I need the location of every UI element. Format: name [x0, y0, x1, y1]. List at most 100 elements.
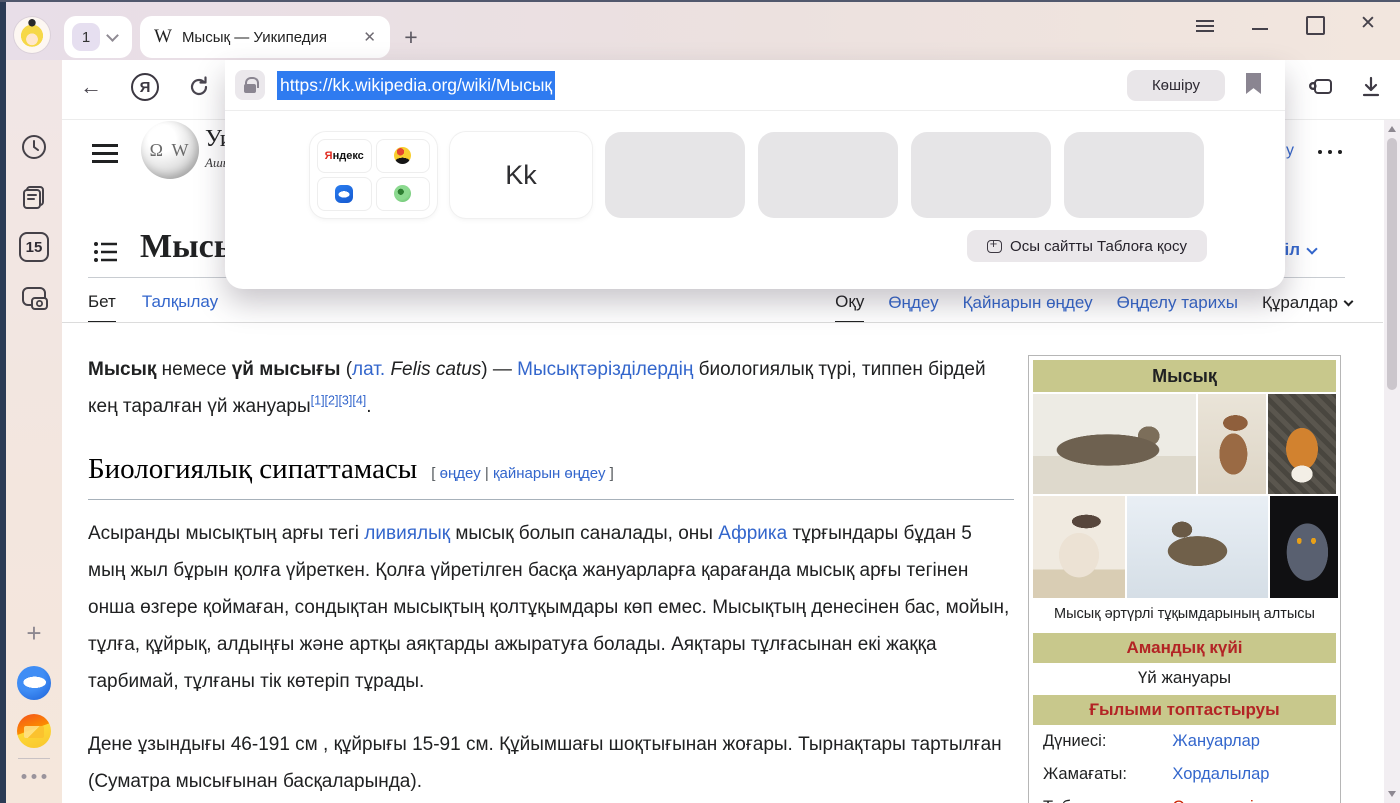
download-icon[interactable]: [1356, 72, 1386, 102]
tile-empty-1[interactable]: [605, 132, 745, 218]
cat-photo-siamese[interactable]: [1033, 496, 1125, 598]
calendar-date-badge[interactable]: 15: [19, 232, 49, 262]
tab-edit-source[interactable]: Қайнарын өңдеу: [963, 293, 1093, 322]
history-icon[interactable]: [19, 132, 49, 162]
taxonomy-label: Жамағаты:: [1033, 765, 1172, 784]
infobox-section-status: Амандық күйі: [1033, 633, 1336, 663]
edit-source-link[interactable]: қайнарын өңдеу: [493, 465, 606, 482]
tab-close-icon[interactable]: ✕: [363, 28, 376, 46]
tab-tools[interactable]: Құралдар: [1262, 293, 1352, 322]
chevron-down-icon: [1306, 243, 1317, 254]
taxonomy-link[interactable]: Жануарлар: [1172, 732, 1336, 751]
tile-yandex-search[interactable]: Яндекс: [317, 139, 372, 173]
tab-read[interactable]: Оқу: [835, 292, 864, 323]
contents-list-icon[interactable]: [93, 240, 119, 269]
cat-photo-tabby-lying[interactable]: [1033, 394, 1196, 494]
taxonomy-red-link[interactable]: Сүткоректілер: [1172, 798, 1336, 803]
wiki-tabs-left: Бет Талқылау: [88, 292, 218, 323]
tab-talk[interactable]: Талқылау: [142, 292, 218, 323]
refresh-button[interactable]: [184, 72, 214, 102]
tile-empty-4[interactable]: [1064, 132, 1204, 218]
back-button[interactable]: [76, 72, 106, 102]
tile-empty-2[interactable]: [758, 132, 898, 218]
cat-photo-ginger[interactable]: [1268, 394, 1336, 494]
infobox-photo-row-2: [1033, 496, 1336, 598]
notes-icon[interactable]: [19, 182, 49, 212]
taxonomy-label: Дүниесі:: [1033, 732, 1172, 751]
browser-tab[interactable]: W Мысық — Уикипедия ✕: [140, 16, 390, 58]
cat-photo-grey[interactable]: [1270, 496, 1338, 598]
infobox-section-taxonomy: Ғылыми топтастыруы: [1033, 695, 1336, 725]
cat-photo-abyssinian[interactable]: [1198, 394, 1266, 494]
tabs-divider: [62, 322, 1383, 323]
sidebar-more-icon[interactable]: [22, 774, 47, 779]
tab-count-badge[interactable]: 1: [72, 23, 100, 51]
window-close-button[interactable]: [1360, 12, 1382, 32]
separator: |: [481, 465, 493, 482]
tab-group-pill[interactable]: 1: [64, 16, 132, 58]
wiki-header-partial-link[interactable]: у: [1286, 142, 1294, 160]
yandex-wordmark-rest: ндекс: [333, 150, 364, 162]
window-menu-icon[interactable]: [1196, 17, 1218, 37]
tile-kk-wikipedia[interactable]: Kk: [450, 132, 592, 218]
yandex-disk-icon[interactable]: [17, 666, 51, 700]
chevron-down-icon: [1344, 297, 1354, 307]
add-to-tablo-button[interactable]: Осы сайтты Таблоға қосу: [967, 230, 1207, 262]
section-heading: Биологиялық сипаттамасы [ өңдеу | қайнары…: [88, 451, 1014, 500]
yandex-home-icon[interactable]: [131, 73, 159, 101]
screenshot-icon[interactable]: [18, 282, 50, 314]
tab-edit[interactable]: Өңдеу: [888, 293, 938, 322]
bookmark-icon[interactable]: [1246, 73, 1261, 94]
window-maximize-button[interactable]: [1304, 14, 1326, 34]
taxonomy-label: Табы:: [1033, 798, 1172, 803]
green-service-icon: [394, 185, 411, 202]
new-tab-button[interactable]: [396, 22, 426, 52]
sidebar-add-icon[interactable]: [26, 618, 41, 649]
copy-url-button[interactable]: Көшіру: [1127, 70, 1225, 101]
taxonomy-row-kingdom: Дүниесі: Жануарлар: [1033, 725, 1336, 758]
url-input[interactable]: https://kk.wikipedia.org/wiki/Мысық: [277, 71, 555, 100]
infobox-photo-row-1: [1033, 394, 1336, 494]
tab-title: Мысық — Уикипедия: [182, 29, 353, 46]
extensions-icon[interactable]: [1306, 72, 1336, 102]
disk-icon: [335, 185, 353, 203]
tile-yandex-disk[interactable]: [317, 177, 372, 212]
profile-avatar[interactable]: [14, 17, 50, 53]
infobox: Мысық Мысық әртүрлі тұқымдарының алтысы …: [1028, 355, 1341, 803]
tile-empty-3[interactable]: [911, 132, 1051, 218]
tile-yandex-green[interactable]: [376, 177, 431, 212]
wiki-menu-icon[interactable]: [92, 139, 118, 168]
chevron-down-icon[interactable]: [106, 29, 119, 42]
browser-window: 1 W Мысық — Уикипедия ✕ 15: [0, 0, 1400, 803]
tablo-tiles: Яндекс Kk: [310, 132, 1204, 218]
tab-tools-label: Құралдар: [1262, 293, 1338, 313]
window-minimize-button[interactable]: [1250, 14, 1272, 34]
tab-article[interactable]: Бет: [88, 292, 116, 323]
wiki-more-options-icon[interactable]: [1318, 150, 1342, 154]
cat-photo-snow-tabby[interactable]: [1127, 496, 1268, 598]
yandex-mail-icon[interactable]: [17, 714, 51, 748]
scrollbar-down-icon[interactable]: [1388, 791, 1396, 797]
titlebar: 1 W Мысық — Уикипедия ✕: [0, 0, 1400, 60]
tab-history[interactable]: Өңделу тарихы: [1117, 293, 1238, 322]
tile-yandex-folder[interactable]: Яндекс: [310, 132, 437, 218]
page-scrollbar[interactable]: [1384, 120, 1400, 803]
window-top-edge: [0, 0, 1400, 2]
wikipedia-favicon-icon: W: [154, 26, 172, 48]
scrollbar-thumb[interactable]: [1387, 138, 1397, 390]
edit-link[interactable]: өңдеу: [440, 465, 481, 482]
browser-sidebar: 15: [6, 60, 62, 803]
lock-chip[interactable]: [235, 70, 265, 100]
tile-kinopoisk[interactable]: [376, 139, 431, 173]
address-bar-dropdown: https://kk.wikipedia.org/wiki/Мысық Көші…: [225, 60, 1285, 289]
taxonomy-link[interactable]: Хордалылар: [1172, 765, 1336, 784]
sidebar-divider: [18, 758, 50, 759]
scrollbar-up-icon[interactable]: [1388, 126, 1396, 132]
window-left-edge: [0, 0, 6, 803]
wiki-tabs-right: Оқу Өңдеу Қайнарын өңдеу Өңделу тарихы Қ…: [835, 292, 1352, 323]
edit-section-links: [ өңдеу | қайнарын өңдеу ]: [431, 465, 614, 482]
wikipedia-logo[interactable]: [141, 121, 199, 179]
infobox-status-value: Үй жануары: [1033, 663, 1336, 693]
taxonomy-row-class: Табы: Сүткоректілер: [1033, 791, 1336, 803]
section-heading-text: Биологиялық сипаттамасы: [88, 453, 417, 485]
